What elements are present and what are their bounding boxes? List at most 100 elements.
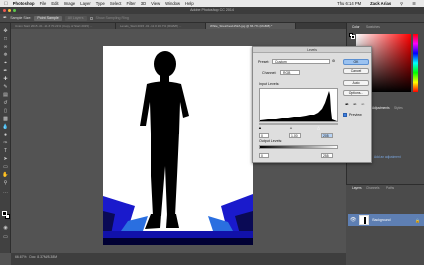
menu-help[interactable]: Help	[185, 1, 194, 6]
tab-channels[interactable]: Channels	[366, 186, 379, 190]
histogram	[259, 88, 338, 122]
menu-image[interactable]: Image	[64, 1, 76, 6]
screen-mode-icon[interactable]: ▭	[2, 234, 9, 240]
auto-button[interactable]: Auto	[343, 80, 369, 86]
layer-row-background[interactable]: 👁 Background 🔒	[348, 214, 424, 226]
sample-size-select[interactable]: Point Sample	[34, 15, 62, 21]
tab-swatches[interactable]: Swatches	[366, 25, 380, 29]
pen-icon[interactable]: ✑	[2, 140, 9, 146]
marquee-icon[interactable]: □	[2, 36, 9, 42]
channel-label: Channel:	[262, 71, 277, 75]
preview-label: Preview	[349, 113, 362, 117]
hue-slider[interactable]	[413, 34, 418, 92]
menu-file[interactable]: File	[40, 1, 47, 6]
output-white-field[interactable]: 255	[321, 153, 333, 158]
lasso-icon[interactable]: ∞	[2, 44, 9, 50]
more-tools-icon[interactable]: ⋯	[2, 190, 9, 196]
silhouette-image	[103, 46, 253, 245]
crop-icon[interactable]: ⌖	[2, 60, 9, 66]
levels-dialog: Levels Preset: Custom ⚙ Channel: RGB Inp…	[252, 46, 372, 163]
eraser-icon[interactable]: ▯	[2, 108, 9, 114]
input-mid-slider[interactable]: ▲	[289, 125, 293, 130]
output-gradient[interactable]	[259, 145, 338, 149]
output-levels-label: Output Levels:	[259, 139, 283, 143]
window-title: Adobe Photoshop CC 2014	[190, 8, 234, 12]
tab-paths[interactable]: Paths	[386, 186, 394, 190]
eyedropper-icon[interactable]: ✒	[3, 15, 7, 21]
menubar-status: Thu 6:14 PM Zack Arias ⚲ ☰	[337, 0, 421, 7]
cancel-button[interactable]: Cancel	[343, 68, 369, 74]
menu-3d[interactable]: 3D	[141, 1, 146, 6]
menu-edit[interactable]: Edit	[51, 1, 58, 6]
add-adjustment-link[interactable]: Add an adjustment	[374, 155, 401, 159]
move-icon[interactable]: ✥	[2, 28, 9, 34]
hand-icon[interactable]: ✋	[2, 172, 9, 178]
menu-filter[interactable]: Filter	[126, 1, 135, 6]
preset-label: Preset:	[258, 60, 270, 64]
user-name[interactable]: Zack Arias	[370, 1, 391, 6]
document-image[interactable]	[103, 46, 253, 245]
gray-eyedropper-icon[interactable]: ✒	[353, 102, 357, 108]
layer-thumbnail	[359, 215, 370, 225]
show-ring-checkbox[interactable]	[89, 16, 93, 20]
panel-background-swatch[interactable]	[351, 35, 355, 39]
minimize-window-button[interactable]	[8, 9, 11, 12]
quick-select-icon[interactable]: ✵	[2, 52, 9, 58]
path-select-icon[interactable]: ➤	[2, 156, 9, 162]
preset-select[interactable]: Custom	[272, 59, 330, 64]
tab-color[interactable]: Color	[352, 25, 360, 29]
white-eyedropper-icon[interactable]: ✒	[361, 102, 365, 108]
dodge-icon[interactable]: ●	[2, 132, 9, 138]
menu-type[interactable]: Type	[96, 1, 105, 6]
zoom-window-button[interactable]	[13, 9, 16, 12]
gradient-icon[interactable]: ▩	[2, 116, 9, 122]
type-icon[interactable]: T	[2, 148, 9, 154]
sample-select[interactable]: All Layers	[64, 15, 87, 21]
preview-checkbox[interactable]	[343, 113, 347, 117]
channel-select[interactable]: RGB	[280, 70, 300, 75]
options-bar: ✒ Sample Size: Point Sample All Layers S…	[0, 14, 424, 23]
histogram-graph	[260, 91, 337, 121]
menu-layer[interactable]: Layer	[80, 1, 90, 6]
input-slider-track[interactable]	[259, 123, 338, 125]
input-white-slider[interactable]: △	[317, 125, 320, 130]
search-icon[interactable]: ⚲	[400, 1, 403, 6]
menu-app-name[interactable]: Photoshop	[13, 1, 35, 6]
shape-icon[interactable]: ▭	[2, 164, 9, 170]
input-white-field[interactable]: 205	[321, 133, 333, 138]
tools-panel: ✥ □ ∞ ✵ ⌖ ✒ ✚ ✎ ▤ ↺ ▯ ▩ 💧 ● ✑ T ➤ ▭ ✋ ⚲ …	[0, 23, 11, 253]
tab-layers[interactable]: Layers	[352, 186, 362, 190]
menu-window[interactable]: Window	[165, 1, 180, 6]
healing-icon[interactable]: ✚	[2, 76, 9, 82]
input-black-slider[interactable]: ▲	[258, 125, 262, 130]
blur-icon[interactable]: 💧	[2, 124, 9, 130]
zoom-icon[interactable]: ⚲	[2, 180, 9, 186]
eyedropper-tool-icon[interactable]: ✒	[2, 68, 9, 74]
menu-select[interactable]: Select	[110, 1, 122, 6]
layer-name[interactable]: Background	[372, 218, 390, 222]
history-brush-icon[interactable]: ↺	[2, 100, 9, 106]
input-black-field[interactable]: 0	[259, 133, 269, 138]
apple-icon[interactable]: 	[4, 1, 8, 7]
zoom-level[interactable]: 66.67%	[15, 255, 27, 259]
eye-icon[interactable]: 👁	[350, 217, 356, 223]
doc-size: Doc: 8.37M/8.38M	[29, 255, 58, 259]
menu-list-icon[interactable]: ☰	[412, 1, 416, 6]
lock-icon: 🔒	[415, 217, 420, 223]
status-bar: 66.67% Doc: 8.37M/8.38M	[11, 253, 346, 265]
options-button[interactable]: Options...	[343, 90, 369, 96]
tab-adjustments[interactable]: Adjustments	[372, 106, 390, 110]
output-black-field[interactable]: 0	[259, 153, 269, 158]
brush-icon[interactable]: ✎	[2, 84, 9, 90]
ok-button[interactable]: OK	[343, 59, 369, 65]
preset-options-icon[interactable]: ⚙	[332, 59, 335, 63]
quick-mask-icon[interactable]: ◉	[2, 225, 9, 231]
show-ring-label: Show Sampling Ring	[95, 16, 129, 20]
menu-view[interactable]: View	[151, 1, 160, 6]
tab-styles[interactable]: Styles	[394, 106, 403, 110]
input-mid-field[interactable]: 1.00	[289, 133, 301, 138]
black-eyedropper-icon[interactable]: ✒	[345, 102, 349, 108]
stamp-icon[interactable]: ▤	[2, 92, 9, 98]
foreground-color-swatch[interactable]	[2, 211, 7, 216]
close-window-button[interactable]	[3, 9, 6, 12]
